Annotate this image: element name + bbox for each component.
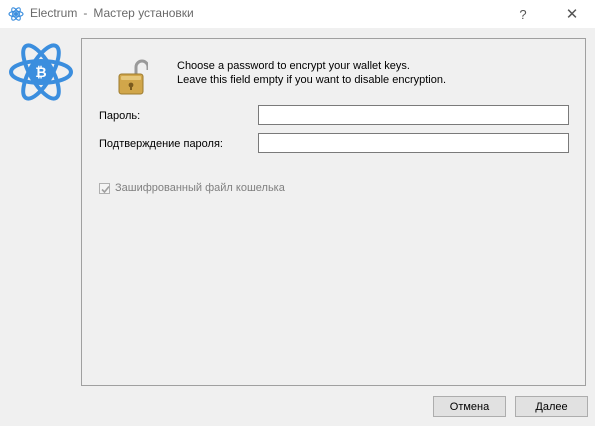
password-label: Пароль: [99,110,141,122]
cancel-button[interactable]: Отмена [433,396,506,417]
info-line-1: Choose a password to encrypt your wallet… [177,60,410,72]
encrypt-wallet-file-checkbox[interactable] [99,182,110,194]
title-bar: Electrum - Мастер установки ? ✕ [0,0,595,28]
confirm-password-input[interactable] [258,133,569,153]
encrypt-wallet-file-label: Зашифрованный файл кошелька [115,182,285,194]
next-button[interactable]: Далее [515,396,588,417]
password-input[interactable] [258,105,569,125]
info-message: Choose a password to encrypt your wallet… [177,59,446,87]
close-button[interactable]: ✕ [549,0,595,28]
info-line-2: Leave this field empty if you want to di… [177,74,447,86]
window-title-app: Electrum [30,6,78,20]
electrum-app-icon [8,7,24,21]
unlocked-padlock-icon [118,59,148,95]
window-title-separator: - [83,6,88,20]
wizard-content-panel: Choose a password to encrypt your wallet… [81,38,586,386]
svg-text:₿: ₿ [35,65,46,81]
encrypt-wallet-file-option[interactable]: Зашифрованный файл кошелька [99,182,285,194]
window-title-page: Мастер установки [93,6,194,20]
electrum-logo-icon: ₿ [9,43,73,101]
help-button[interactable]: ? [500,0,546,28]
checkmark-icon [101,185,110,193]
window-title: Electrum - Мастер установки [30,6,194,20]
confirm-password-label: Подтверждение пароля: [99,138,223,150]
